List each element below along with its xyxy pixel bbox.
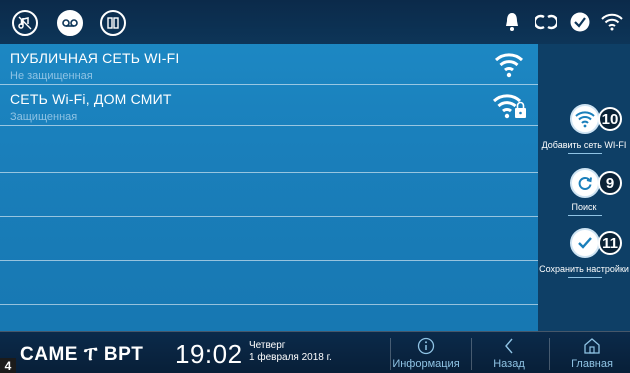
network-name: СЕТЬ Wi-Fi, ДОМ СМИТ (10, 91, 172, 107)
bottom-bar: CAME ፐ BPT 19:02 Четверг 1 февраля 2018 г.… (0, 331, 630, 373)
top-status-bar (0, 0, 630, 44)
callout-number: 11 (598, 231, 622, 255)
wifi-status-icon (600, 10, 624, 34)
list-item (0, 173, 538, 217)
voicemail-icon[interactable] (57, 10, 83, 36)
door-mode-icon[interactable] (100, 10, 126, 36)
back-button[interactable]: Назад (474, 332, 544, 373)
search-button[interactable]: 9 Поиск (538, 168, 630, 216)
brand-logo: CAME ፐ BPT (20, 344, 143, 366)
network-security: Защищенная (10, 111, 78, 123)
wifi-add-icon (570, 104, 600, 134)
network-row-public[interactable]: ПУБЛИЧНАЯ СЕТЬ WI-FI Не защищенная (0, 44, 538, 85)
label-underline (568, 277, 602, 278)
brand-came: CAME (20, 344, 78, 365)
search-label: Поиск (571, 202, 597, 212)
clock: 19:02 (175, 339, 243, 369)
home-button[interactable]: Главная (557, 332, 627, 373)
page-number-badge: 4 (0, 358, 16, 373)
date-block: Четверг 1 февраля 2018 г. (249, 340, 332, 364)
side-action-panel: 10 Добавить сеть WI-FI 9 Поиск 11 Сохран… (538, 44, 630, 331)
add-wifi-button[interactable]: 10 Добавить сеть WI-FI (538, 104, 630, 154)
network-row-home[interactable]: СЕТЬ Wi-Fi, ДОМ СМИТ Защищенная (0, 85, 538, 126)
save-settings-button[interactable]: 11 Сохранить настройки (538, 228, 630, 278)
music-mute-icon[interactable] (12, 10, 38, 36)
back-chevron-icon (474, 337, 544, 355)
list-item (0, 261, 538, 305)
checkmark-icon (570, 228, 600, 258)
home-label: Главная (571, 358, 613, 370)
label-underline (568, 153, 602, 154)
list-item (0, 217, 538, 261)
link-icon (534, 10, 558, 34)
weekday: Четверг (249, 340, 286, 351)
check-circle-icon (568, 10, 592, 34)
wifi-settings-screen: ПУБЛИЧНАЯ СЕТЬ WI-FI Не защищенная СЕТЬ … (0, 0, 630, 373)
wifi-signal-icon (494, 50, 524, 83)
label-underline (568, 215, 602, 216)
brand-mark-icon: ፐ (83, 344, 98, 365)
save-settings-label: Сохранить настройки (539, 264, 629, 274)
callout-number: 10 (598, 107, 622, 131)
info-button[interactable]: Информация (391, 332, 461, 373)
bell-icon (500, 10, 524, 34)
divider (549, 338, 550, 370)
wifi-network-list: ПУБЛИЧНАЯ СЕТЬ WI-FI Не защищенная СЕТЬ … (0, 44, 538, 331)
refresh-icon (570, 168, 600, 198)
network-name: ПУБЛИЧНАЯ СЕТЬ WI-FI (10, 50, 180, 66)
list-item (0, 126, 538, 173)
callout-number: 9 (598, 171, 622, 195)
info-label: Информация (392, 358, 460, 370)
info-icon (391, 337, 461, 355)
back-label: Назад (493, 358, 525, 370)
network-security: Не защищенная (10, 70, 93, 82)
home-icon (557, 337, 627, 355)
add-wifi-label: Добавить сеть WI-FI (541, 140, 627, 150)
wifi-locked-icon (492, 91, 528, 126)
brand-bpt: BPT (103, 344, 144, 365)
list-item (0, 305, 538, 331)
date: 1 февраля 2018 г. (249, 352, 332, 363)
divider (471, 338, 472, 370)
